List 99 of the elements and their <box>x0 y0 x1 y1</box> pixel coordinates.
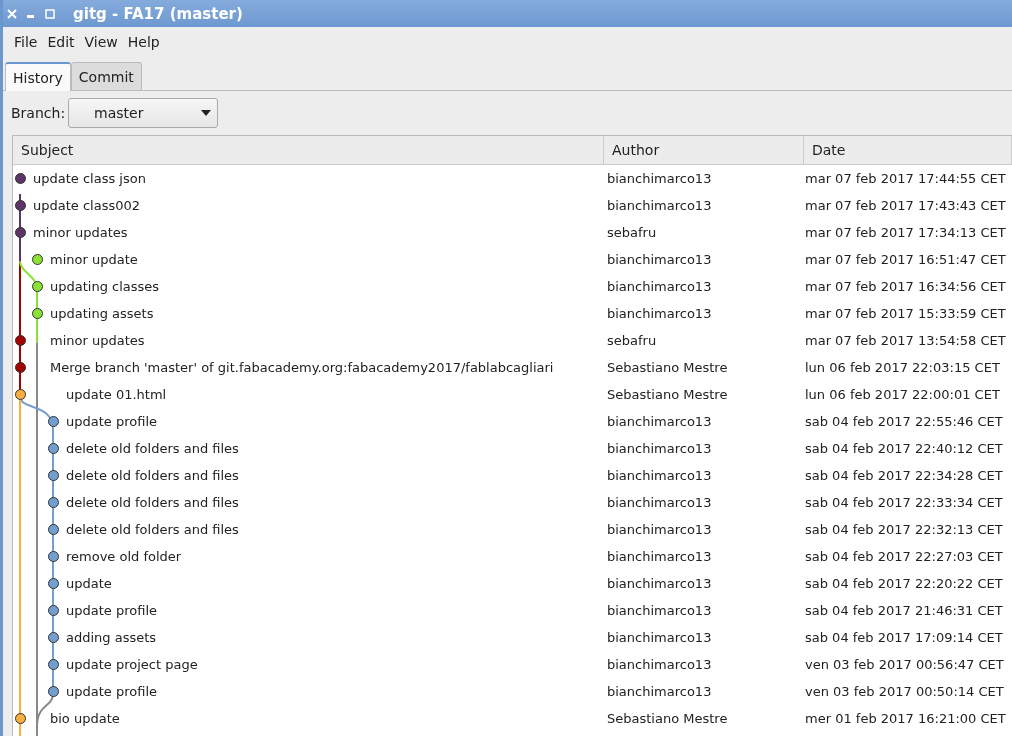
commit-row[interactable]: delete old folders and files bianchimarco13 sab 04 feb 2017 22:32:13 CET <box>13 516 1012 543</box>
commit-author: bianchimarco13 <box>606 441 713 456</box>
column-header[interactable]: Author <box>604 136 804 164</box>
close-icon[interactable] <box>7 8 17 19</box>
commit-date: sab 04 feb 2017 22:40:12 CET <box>804 441 1004 456</box>
commit-subject: update 01.html <box>65 387 168 402</box>
commit-row[interactable]: delete old folders and files bianchimarco13 sab 04 feb 2017 22:34:28 CET <box>13 462 1012 489</box>
commit-date: mar 07 feb 2017 17:43:43 CET <box>804 198 1007 213</box>
commit-row[interactable]: update bianchimarco13 sab 04 feb 2017 22:20:22 CET <box>13 570 1012 597</box>
commit-author: bianchimarco13 <box>606 495 713 510</box>
commit-author: Sebastiano Mestre <box>606 711 729 726</box>
commit-subject: delete old folders and files <box>65 441 240 456</box>
commit-date: ven 03 feb 2017 00:56:47 CET <box>804 657 1005 672</box>
commit-subject: update profile <box>65 684 158 699</box>
commit-row[interactable]: delete old folders and files bianchimarco13 sab 04 feb 2017 22:40:12 CET <box>13 435 1012 462</box>
commit-subject: minor updates <box>32 225 129 240</box>
commit-author: bianchimarco13 <box>606 576 713 591</box>
commit-row[interactable]: Merge branch 'master' of git.fabacademy.org:fabacademy2017/fablabcagliari Sebastiano Mestre lun 06 feb 2017 22:03:15 CET <box>13 354 1012 381</box>
commit-row[interactable]: adding assets bianchimarco13 sab 04 feb 2017 17:09:14 CET <box>13 624 1012 651</box>
commit-subject: update class json <box>32 171 147 186</box>
column-header[interactable]: Date <box>804 136 1012 164</box>
menu-item[interactable]: Help <box>122 33 165 50</box>
commit-row[interactable]: bio update Sebastiano Mestre mer 01 feb 2017 16:21:00 CET <box>13 705 1012 732</box>
commit-subject: adding assets <box>65 630 158 645</box>
commit-author: sebafru <box>606 333 658 348</box>
commit-author: Sebastiano Mestre <box>606 387 729 402</box>
commit-subject: updating assets <box>49 306 155 321</box>
commit-subject: update profile <box>65 414 158 429</box>
commit-row[interactable]: update class json bianchimarco13 mar 07 feb 2017 17:44:55 CET <box>13 165 1012 192</box>
commit-subject: update <box>65 576 113 591</box>
commit-author: bianchimarco13 <box>606 306 713 321</box>
commit-row[interactable]: update profile bianchimarco13 sab 04 feb 2017 22:55:46 CET <box>13 408 1012 435</box>
commit-subject: updating classes <box>49 279 161 294</box>
commit-row[interactable]: update 01.html Sebastiano Mestre lun 06 feb 2017 22:00:01 CET <box>13 381 1012 408</box>
commit-subject: remove old folder <box>65 549 183 564</box>
commit-author: bianchimarco13 <box>606 522 713 537</box>
commit-date: lun 06 feb 2017 22:03:15 CET <box>804 360 1001 375</box>
commit-author: bianchimarco13 <box>606 171 713 186</box>
commit-subject: minor updates <box>49 333 146 348</box>
commit-date: sab 04 feb 2017 22:33:34 CET <box>804 495 1004 510</box>
branch-label: Branch: <box>11 105 66 121</box>
commit-date: mar 07 feb 2017 13:54:58 CET <box>804 333 1007 348</box>
commit-subject: delete old folders and files <box>65 495 240 510</box>
commit-author: bianchimarco13 <box>606 684 713 699</box>
commit-subject: minor update <box>49 252 139 267</box>
commit-author: bianchimarco13 <box>606 468 713 483</box>
commit-subject: update profile <box>65 603 158 618</box>
commit-row[interactable]: updating classes bianchimarco13 mar 07 feb 2017 16:34:56 CET <box>13 273 1012 300</box>
commit-subject: delete old folders and files <box>65 468 240 483</box>
commit-author: Sebastiano Mestre <box>606 360 729 375</box>
commit-date: sab 04 feb 2017 22:34:28 CET <box>804 468 1004 483</box>
commit-row[interactable]: minor updates sebafru mar 07 feb 2017 17:34:13 CET <box>13 219 1012 246</box>
commit-author: bianchimarco13 <box>606 549 713 564</box>
commit-row[interactable]: delete old folders and files bianchimarco13 sab 04 feb 2017 22:33:34 CET <box>13 489 1012 516</box>
commit-date: mar 07 feb 2017 16:34:56 CET <box>804 279 1007 294</box>
commit-date: sab 04 feb 2017 21:46:31 CET <box>804 603 1004 618</box>
commit-author: bianchimarco13 <box>606 603 713 618</box>
commit-row[interactable]: update profile bianchimarco13 ven 03 feb 2017 00:50:14 CET <box>13 678 1012 705</box>
commit-subject: delete old folders and files <box>65 522 240 537</box>
maximize-icon[interactable] <box>45 8 55 19</box>
commit-row[interactable]: update project page bianchimarco13 ven 03 feb 2017 00:56:47 CET <box>13 651 1012 678</box>
commit-subject: bio update <box>49 711 121 726</box>
commit-row[interactable]: update class002 bianchimarco13 mar 07 feb 2017 17:43:43 CET <box>13 192 1012 219</box>
commit-subject: update class002 <box>32 198 142 213</box>
commit-author: bianchimarco13 <box>606 279 713 294</box>
branch-dropdown[interactable]: master <box>68 98 219 128</box>
commit-row[interactable]: minor updates sebafru mar 07 feb 2017 13:54:58 CET <box>13 327 1012 354</box>
commit-date: ven 03 feb 2017 00:50:14 CET <box>804 684 1005 699</box>
commit-subject: Merge branch 'master' of git.fabacademy.org:fabacademy2017/fablabcagliari <box>49 360 555 375</box>
window-title: gitg - FA17 (master) <box>73 4 243 23</box>
commit-date: mar 07 feb 2017 17:44:55 CET <box>804 171 1007 186</box>
commit-author: bianchimarco13 <box>606 657 713 672</box>
commit-date: sab 04 feb 2017 22:27:03 CET <box>804 549 1004 564</box>
commit-date: sab 04 feb 2017 22:32:13 CET <box>804 522 1004 537</box>
commit-author: sebafru <box>606 225 658 240</box>
tab[interactable]: Commit <box>70 62 142 90</box>
commit-date: mar 07 feb 2017 17:34:13 CET <box>804 225 1007 240</box>
menu-item[interactable]: Edit <box>42 33 80 50</box>
commit-date: sab 04 feb 2017 22:20:22 CET <box>804 576 1004 591</box>
commit-date: mer 01 feb 2017 16:21:00 CET <box>804 711 1007 726</box>
commit-author: bianchimarco13 <box>606 252 713 267</box>
menu-item[interactable]: File <box>9 33 43 50</box>
commit-row[interactable]: minor update bianchimarco13 mar 07 feb 2017 16:51:47 CET <box>13 246 1012 273</box>
commit-date: mar 07 feb 2017 15:33:59 CET <box>804 306 1007 321</box>
commit-date: lun 06 feb 2017 22:00:01 CET <box>804 387 1001 402</box>
commit-subject: update project page <box>65 657 199 672</box>
tab[interactable]: History <box>5 62 71 91</box>
commit-author: bianchimarco13 <box>606 630 713 645</box>
commit-date: sab 04 feb 2017 17:09:14 CET <box>804 630 1004 645</box>
commit-author: bianchimarco13 <box>606 414 713 429</box>
column-header[interactable]: Subject <box>13 136 604 164</box>
menu-item[interactable]: View <box>79 33 123 50</box>
commit-date: sab 04 feb 2017 22:55:46 CET <box>804 414 1004 429</box>
commit-row[interactable]: updating assets bianchimarco13 mar 07 feb 2017 15:33:59 CET <box>13 300 1012 327</box>
commit-author: bianchimarco13 <box>606 198 713 213</box>
commit-row[interactable]: remove old folder bianchimarco13 sab 04 feb 2017 22:27:03 CET <box>13 543 1012 570</box>
commit-row[interactable]: update profile bianchimarco13 sab 04 feb 2017 21:46:31 CET <box>13 597 1012 624</box>
dropdown-arrow-icon <box>201 110 212 116</box>
commit-date: mar 07 feb 2017 16:51:47 CET <box>804 252 1007 267</box>
